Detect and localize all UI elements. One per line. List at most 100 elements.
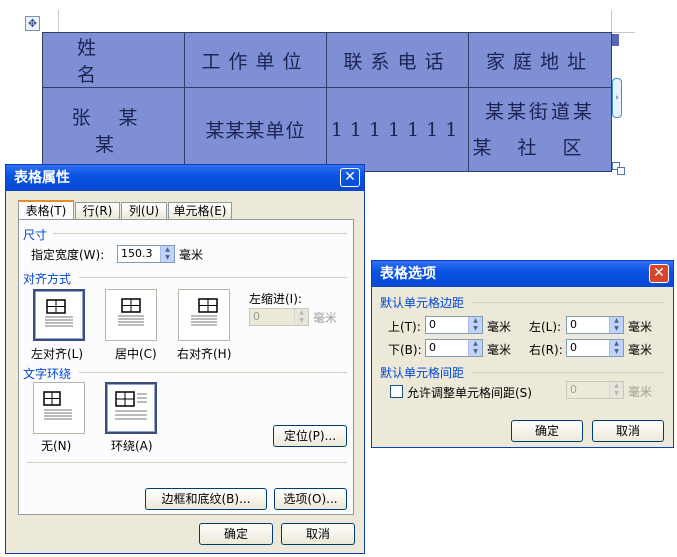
dialog-titlebar[interactable]: 表格选项 ✕ bbox=[372, 261, 673, 287]
indent-stepper[interactable]: 0 ▲ ▼ bbox=[249, 308, 309, 326]
divider bbox=[79, 277, 347, 278]
left-margin-label: 左(L): bbox=[529, 320, 562, 334]
header-cell-phone[interactable]: 联系电话 bbox=[326, 32, 469, 88]
top-margin-unit: 毫米 bbox=[487, 320, 512, 334]
bottom-margin-unit: 毫米 bbox=[487, 343, 512, 357]
ok-button[interactable]: 确定 bbox=[199, 523, 273, 545]
wrap-around-label: 环绕(A) bbox=[111, 439, 153, 453]
width-value: 150.3 bbox=[121, 247, 153, 260]
cell-phone[interactable]: 1111111 bbox=[326, 87, 469, 172]
left-margin-stepper[interactable]: 0 ▲ ▼ bbox=[566, 316, 624, 334]
spacing-group-label: 默认单元格间距 bbox=[380, 366, 465, 380]
table-resize-handle-icon[interactable] bbox=[612, 162, 625, 175]
end-of-row-marker bbox=[612, 34, 619, 46]
spin-arrows-icon[interactable]: ▲ ▼ bbox=[160, 246, 174, 262]
cell-address[interactable]: 某某街道某 某社区 bbox=[468, 87, 612, 172]
position-button[interactable]: 定位(P)... bbox=[273, 425, 347, 447]
bottom-margin-value: 0 bbox=[429, 341, 436, 354]
width-unit: 毫米 bbox=[179, 248, 204, 262]
page-margin-guide-right bbox=[611, 10, 612, 32]
tab-column[interactable]: 列(U) bbox=[121, 202, 167, 219]
table-row: 张某某 某某某单位 1111111 某某街道某 某社区 bbox=[42, 87, 612, 172]
wrap-none-option[interactable] bbox=[33, 382, 85, 434]
page-margin-guide bbox=[58, 10, 59, 32]
wrap-around-icon bbox=[115, 391, 147, 420]
table-header-row: 姓名 工作单位 联系电话 家庭地址 bbox=[42, 32, 612, 88]
right-margin-unit: 毫米 bbox=[628, 343, 653, 357]
close-icon[interactable]: ✕ bbox=[649, 264, 669, 283]
size-group-label: 尺寸 bbox=[23, 228, 48, 242]
top-margin-label: 上(T): bbox=[388, 320, 421, 334]
right-margin-label: 右(R): bbox=[529, 343, 563, 357]
spacing-unit: 毫米 bbox=[628, 385, 653, 399]
right-margin-value: 0 bbox=[570, 341, 577, 354]
tab-row[interactable]: 行(R) bbox=[75, 202, 120, 219]
table-properties-dialog: 表格属性 ✕ 表格(T) 行(R) 列(U) 单元格(E) 尺寸 指定宽度(W)… bbox=[5, 164, 365, 554]
dialog-titlebar[interactable]: 表格属性 ✕ bbox=[6, 165, 364, 191]
wrap-around-option[interactable] bbox=[105, 382, 157, 434]
align-left-option[interactable] bbox=[33, 289, 85, 341]
dialog-title: 表格属性 bbox=[14, 170, 70, 186]
bottom-margin-stepper[interactable]: 0 ▲ ▼ bbox=[425, 339, 483, 357]
divider bbox=[53, 233, 347, 234]
header-cell-address[interactable]: 家庭地址 bbox=[468, 32, 612, 88]
tab-table[interactable]: 表格(T) bbox=[18, 200, 74, 221]
left-margin-unit: 毫米 bbox=[628, 320, 653, 334]
spin-arrows-icon[interactable]: ▲ ▼ bbox=[609, 317, 623, 333]
divider bbox=[79, 372, 347, 373]
divider bbox=[472, 302, 665, 303]
address-line-2: 某社区 bbox=[472, 136, 608, 159]
cancel-button[interactable]: 取消 bbox=[592, 420, 664, 442]
width-label: 指定宽度(W): bbox=[31, 248, 105, 262]
table-align-right-icon bbox=[191, 298, 218, 326]
allow-spacing-checkbox[interactable] bbox=[390, 385, 403, 398]
spin-arrows-icon[interactable]: ▲ ▼ bbox=[609, 340, 623, 356]
alignment-group-label: 对齐方式 bbox=[23, 272, 72, 286]
spin-arrows-icon[interactable]: ▲ ▼ bbox=[468, 317, 482, 333]
bottom-margin-label: 下(B): bbox=[388, 343, 422, 357]
margins-group-label: 默认单元格边距 bbox=[380, 296, 465, 310]
table-align-left-icon bbox=[45, 299, 73, 327]
row-resize-handle-icon[interactable]: › bbox=[612, 78, 622, 118]
table-align-center-icon bbox=[118, 298, 144, 326]
cell-employer[interactable]: 某某某单位 bbox=[184, 87, 327, 172]
options-button[interactable]: 选项(O)... bbox=[274, 488, 347, 510]
left-margin-value: 0 bbox=[570, 318, 577, 331]
wrap-none-label: 无(N) bbox=[41, 439, 72, 453]
divider bbox=[27, 462, 347, 463]
tab-panel-table: 尺寸 指定宽度(W): 150.3 ▲ ▼ 毫米 对齐方式 左对齐(L) 居中(… bbox=[18, 219, 354, 515]
indent-unit: 毫米 bbox=[313, 311, 338, 325]
align-right-option[interactable] bbox=[178, 289, 230, 341]
top-margin-value: 0 bbox=[429, 318, 436, 331]
spin-arrows-icon[interactable]: ▲ ▼ bbox=[609, 382, 623, 398]
document-table[interactable]: 姓名 工作单位 联系电话 家庭地址 张某某 某某某单位 1111111 某某街道… bbox=[42, 32, 612, 172]
spacing-stepper[interactable]: 0 ▲ ▼ bbox=[566, 381, 624, 399]
spin-arrows-icon[interactable]: ▲ ▼ bbox=[294, 309, 308, 325]
dialog-title: 表格选项 bbox=[380, 266, 436, 282]
indent-value: 0 bbox=[253, 310, 260, 323]
spin-arrows-icon[interactable]: ▲ ▼ bbox=[468, 340, 482, 356]
align-left-label: 左对齐(L) bbox=[31, 347, 84, 361]
header-cell-employer[interactable]: 工作单位 bbox=[184, 32, 327, 88]
address-line-1: 某某街道某 bbox=[484, 100, 595, 123]
align-center-label: 居中(C) bbox=[115, 347, 157, 361]
table-options-dialog: 表格选项 ✕ 默认单元格边距 上(T): 0 ▲ ▼ 毫米 左(L): 0 ▲ ▼ … bbox=[371, 260, 674, 448]
align-right-label: 右对齐(H) bbox=[177, 347, 232, 361]
allow-spacing-label: 允许调整单元格间距(S) bbox=[407, 386, 532, 400]
borders-shading-button[interactable]: 边框和底纹(B)... bbox=[145, 488, 267, 510]
header-cell-name[interactable]: 姓名 bbox=[42, 32, 185, 88]
top-margin-stepper[interactable]: 0 ▲ ▼ bbox=[425, 316, 483, 334]
wrap-group-label: 文字环绕 bbox=[23, 367, 72, 381]
right-margin-stepper[interactable]: 0 ▲ ▼ bbox=[566, 339, 624, 357]
ok-button[interactable]: 确定 bbox=[511, 420, 583, 442]
cell-name[interactable]: 张某某 bbox=[42, 87, 185, 172]
indent-label: 左缩进(I): bbox=[249, 292, 302, 306]
close-icon[interactable]: ✕ bbox=[340, 168, 360, 187]
align-center-option[interactable] bbox=[105, 289, 157, 341]
cancel-button[interactable]: 取消 bbox=[281, 523, 355, 545]
tab-cell[interactable]: 单元格(E) bbox=[168, 202, 232, 219]
divider bbox=[472, 372, 665, 373]
wrap-none-icon bbox=[43, 391, 72, 420]
width-stepper[interactable]: 150.3 ▲ ▼ bbox=[117, 245, 175, 263]
table-move-handle-icon[interactable]: ✥ bbox=[25, 16, 40, 31]
